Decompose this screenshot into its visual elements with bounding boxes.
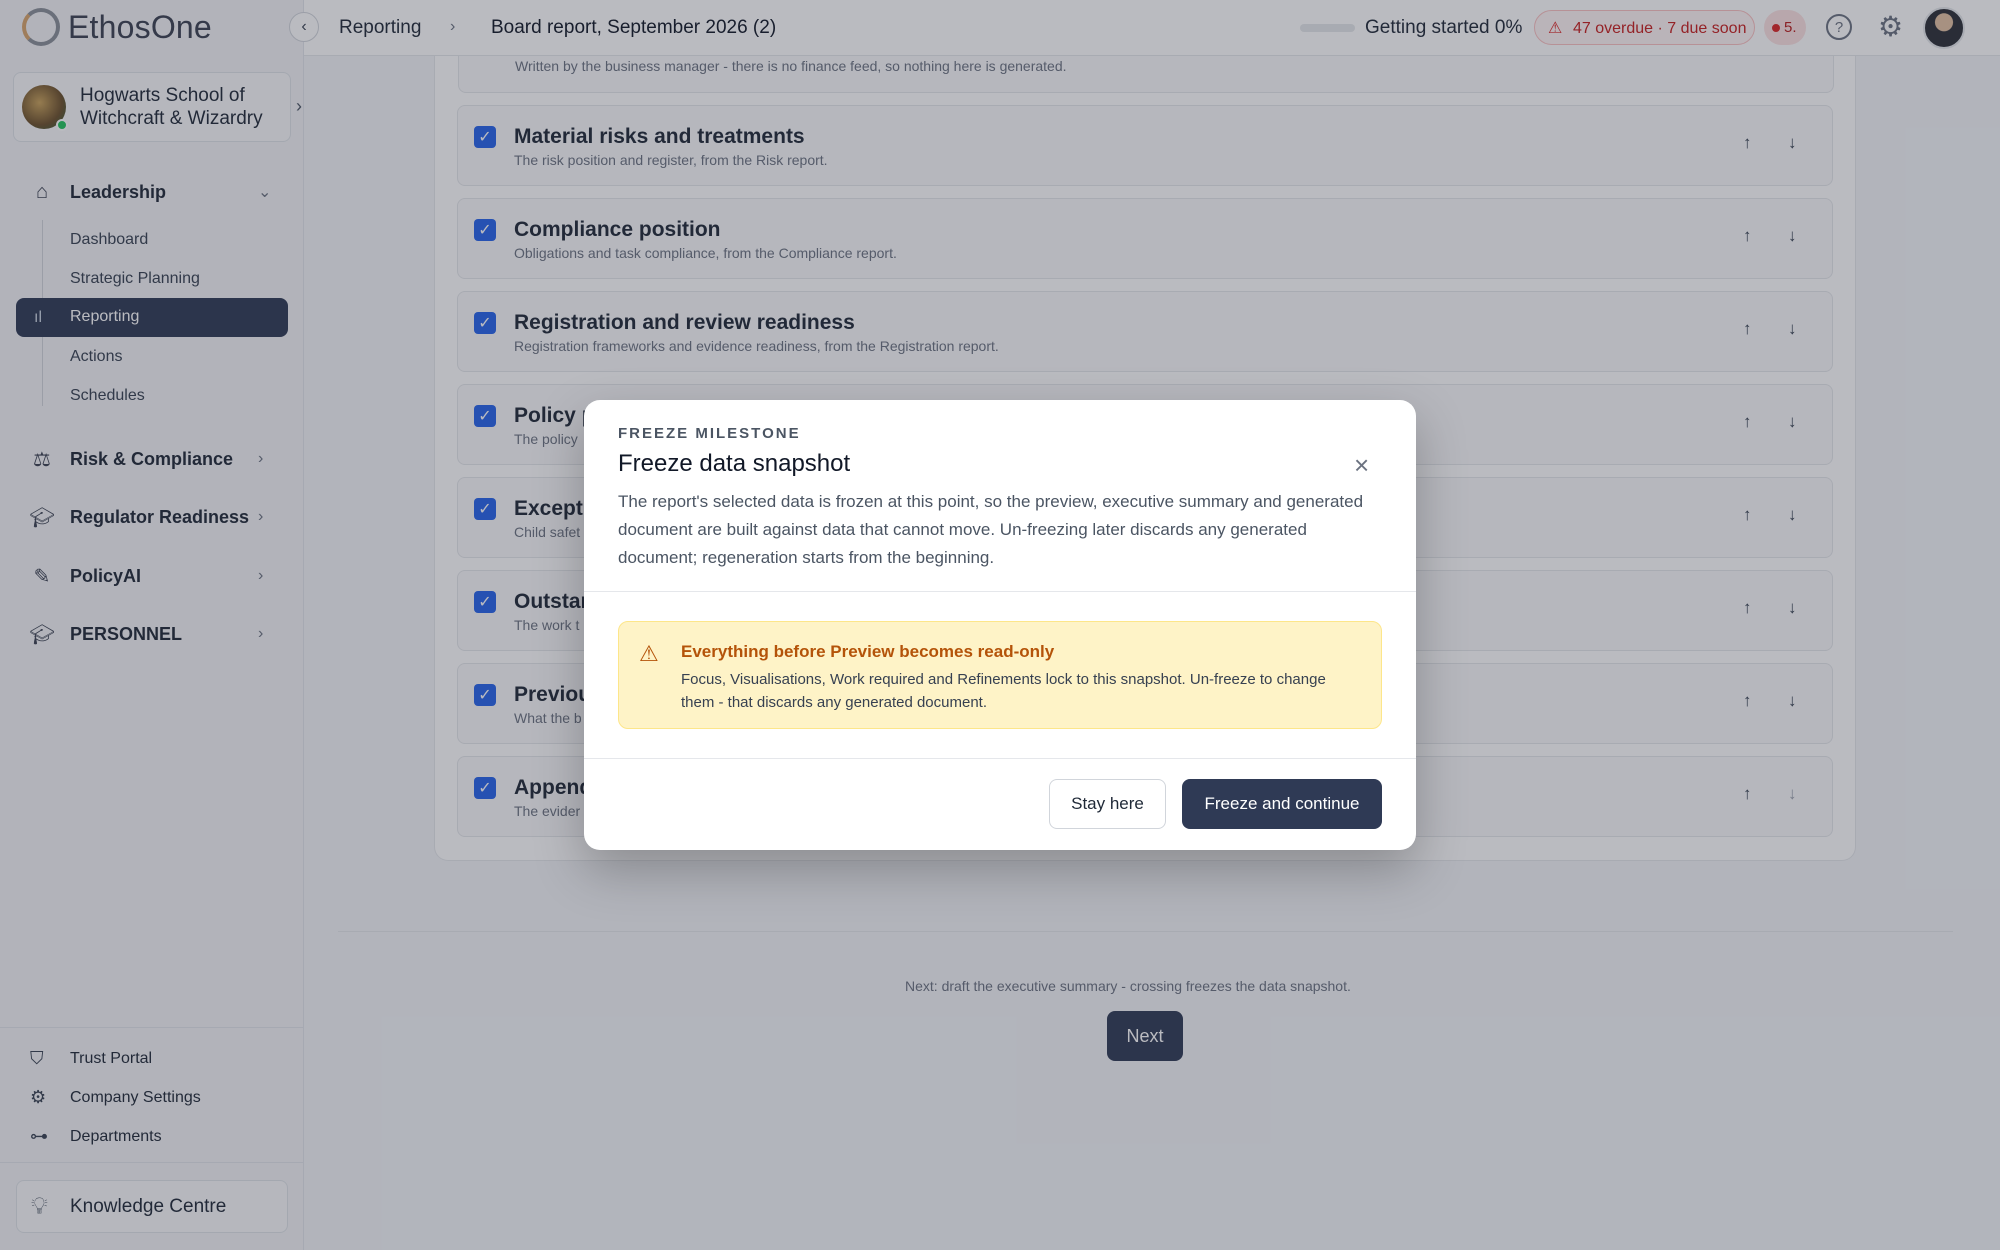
stay-here-button[interactable]: Stay here: [1049, 779, 1166, 829]
dialog-eyebrow: FREEZE MILESTONE: [618, 425, 801, 442]
warning-body: Focus, Visualisations, Work required and…: [681, 671, 1326, 711]
warning-triangle-icon: ⚠: [639, 641, 659, 666]
freeze-dialog: FREEZE MILESTONE Freeze data snapshot × …: [584, 400, 1416, 850]
divider: [584, 591, 1416, 592]
divider: [584, 758, 1416, 759]
dialog-description: The report's selected data is frozen at …: [618, 492, 1364, 567]
warning-title: Everything before Preview becomes read-o…: [681, 642, 1055, 661]
freeze-and-continue-button[interactable]: Freeze and continue: [1182, 779, 1382, 829]
close-icon[interactable]: ×: [1354, 450, 1369, 481]
dialog-title: Freeze data snapshot: [618, 450, 851, 477]
readonly-warning: ⚠ Everything before Preview becomes read…: [618, 621, 1382, 729]
